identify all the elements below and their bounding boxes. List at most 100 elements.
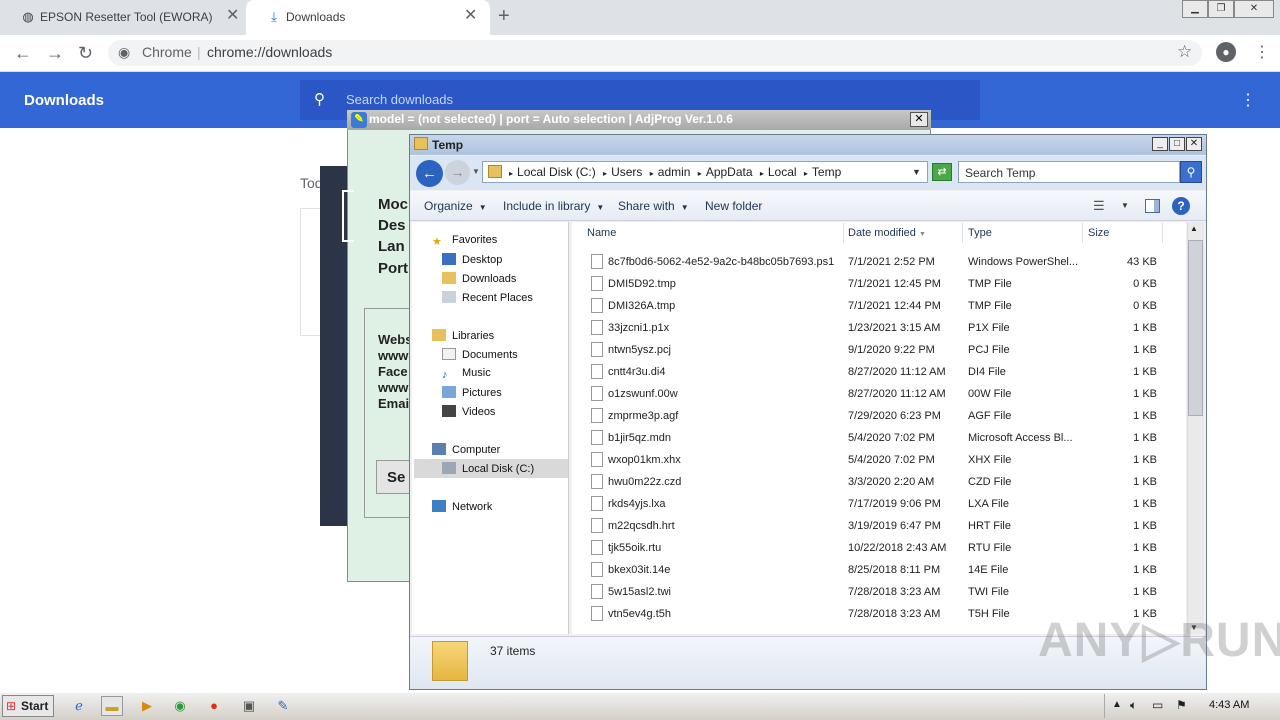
nav-desktop[interactable]: Desktop [442, 253, 502, 266]
minimize-button[interactable]: _ [1152, 137, 1168, 151]
preview-pane-icon[interactable] [1145, 199, 1160, 213]
show-hidden-icons-icon[interactable]: ▲ [1112, 699, 1122, 710]
restore-button[interactable]: ❐ [1208, 0, 1234, 18]
file-date: 8/27/2020 11:12 AM [848, 388, 946, 400]
adjprog-close-button[interactable]: ✕ [910, 112, 928, 127]
scroll-up-icon[interactable]: ▲ [1190, 224, 1198, 233]
nav-computer[interactable]: Computer [432, 443, 500, 456]
tab-epson[interactable]: ◍ EPSON Resetter Tool (EWORA) ✕ [0, 0, 246, 35]
help-icon[interactable]: ? [1172, 197, 1190, 215]
adjprog-icon[interactable]: ✎ [272, 696, 294, 716]
close-icon[interactable]: ✕ [464, 8, 477, 24]
forward-arrow-icon[interactable]: → [46, 43, 64, 64]
breadcrumb-item[interactable]: Local [768, 165, 797, 179]
include-in-library-button[interactable]: Include in library ▼ [503, 199, 604, 213]
star-icon[interactable]: ☆ [1177, 42, 1192, 62]
file-name: tjk55oik.rtu [608, 542, 662, 554]
scroll-thumb[interactable] [1188, 240, 1203, 416]
nav-recent-places[interactable]: Recent Places [442, 291, 533, 304]
nav-local-disk[interactable]: Local Disk (C:) [442, 462, 534, 475]
close-window-button[interactable]: ✕ [1234, 0, 1274, 18]
file-row[interactable]: zmprme3p.agf 7/29/2020 6:23 PM AGF File 1 K… [572, 405, 1186, 427]
chevron-right-icon[interactable]: ▸ [650, 169, 654, 178]
chrome-icon[interactable]: ◉ [169, 696, 191, 716]
search-icon[interactable]: ⚲ [1180, 161, 1202, 183]
file-row[interactable]: hwu0m22z.czd 3/3/2020 2:20 AM CZD File 1 KB [572, 471, 1186, 493]
file-row[interactable]: DMI326A.tmp 7/1/2021 12:44 PM TMP File 0 KB [572, 295, 1186, 317]
clock[interactable]: 4:43 AM [1209, 699, 1249, 711]
chevron-right-icon[interactable]: ▸ [603, 169, 607, 178]
breadcrumb-item[interactable]: admin [658, 165, 691, 179]
volume-icon[interactable]: 🔈︎ [1130, 698, 1137, 713]
close-button[interactable]: ✕ [1186, 137, 1202, 151]
more-icon[interactable]: ⋮ [1240, 90, 1256, 110]
file-row[interactable]: o1zswunf.00w 8/27/2020 11:12 AM 00W File 1 … [572, 383, 1186, 405]
chevron-down-icon[interactable]: ▼ [1121, 201, 1129, 210]
nav-label: Desktop [462, 254, 503, 266]
column-header-type[interactable]: Type [963, 223, 1083, 243]
organize-button[interactable]: Organize ▼ [424, 199, 487, 213]
menu-icon[interactable]: ⋮ [1254, 42, 1270, 62]
adjprog-frame [342, 190, 354, 242]
nav-documents[interactable]: Documents [442, 348, 518, 361]
breadcrumb-item[interactable]: Users [611, 165, 642, 179]
file-row[interactable]: cntt4r3u.di4 8/27/2020 11:12 AM DI4 File 1 … [572, 361, 1186, 383]
flag-icon[interactable]: ⚑ [1176, 698, 1187, 712]
computer-icon [432, 443, 446, 455]
nav-pictures[interactable]: Pictures [442, 386, 502, 399]
file-row[interactable]: b1jir5qz.mdn 5/4/2020 7:02 PM Microsoft Ac… [572, 427, 1186, 449]
search-input[interactable]: Search Temp [958, 161, 1180, 183]
explorer-icon[interactable]: ▬ [101, 696, 123, 716]
chevron-right-icon[interactable]: ▸ [509, 169, 513, 178]
recent-pages-icon[interactable]: ▼ [472, 167, 480, 176]
refresh-icon[interactable]: ⇄ [932, 163, 952, 181]
omnibox-url[interactable]: chrome://downloads [207, 44, 332, 60]
forward-arrow-icon[interactable]: → [445, 160, 470, 185]
file-row[interactable]: tjk55oik.rtu 10/22/2018 2:43 AM RTU File 1 … [572, 537, 1186, 559]
file-type: AGF File [968, 410, 1012, 422]
new-folder-button[interactable]: New folder [705, 199, 762, 213]
file-row[interactable]: 33jzcni1.p1x 1/23/2021 3:15 AM P1X File 1 K… [572, 317, 1186, 339]
column-header-date[interactable]: Date modified ▼ [843, 223, 963, 243]
reload-icon[interactable]: ↻ [78, 43, 93, 64]
file-row[interactable]: m22qcsdh.hrt 3/19/2019 6:47 PM HRT File 1 K… [572, 515, 1186, 537]
view-icon[interactable]: ☰ [1093, 198, 1105, 214]
minimize-button[interactable]: ▁ [1182, 0, 1208, 18]
nav-downloads[interactable]: Downloads [442, 272, 516, 285]
file-row[interactable]: 8c7fb0d6-5062-4e52-9a2c-b48bc05b7693.ps1… [572, 251, 1186, 273]
profile-icon[interactable]: ● [1216, 42, 1236, 62]
opera-icon[interactable]: ● [203, 696, 225, 716]
share-with-button[interactable]: Share with ▼ [618, 199, 689, 213]
column-header-size[interactable]: Size [1083, 223, 1163, 243]
nav-network[interactable]: Network [432, 500, 492, 513]
back-arrow-icon[interactable]: ← [416, 160, 443, 187]
nav-videos[interactable]: Videos [442, 405, 495, 418]
chevron-right-icon[interactable]: ▸ [760, 169, 764, 178]
nav-libraries[interactable]: Libraries [432, 329, 494, 342]
back-arrow-icon[interactable]: ← [14, 43, 32, 64]
nav-favorites[interactable]: ★ Favorites [432, 234, 497, 248]
file-row[interactable]: bkex03it.14e 8/25/2018 8:11 PM 14E File 1 K… [572, 559, 1186, 581]
breadcrumb-item[interactable]: AppData [706, 165, 753, 179]
close-icon[interactable]: ✕ [226, 8, 239, 24]
app-icon[interactable]: ▣ [238, 696, 260, 716]
breadcrumb-item[interactable]: Temp [812, 165, 841, 179]
chevron-down-icon[interactable]: ▼ [912, 167, 921, 177]
file-date: 10/22/2018 2:43 AM [848, 542, 947, 554]
media-player-icon[interactable]: ▶ [136, 696, 158, 716]
nav-music[interactable]: ♪ Music [442, 367, 491, 381]
breadcrumb-item[interactable]: Local Disk (C:) [517, 165, 596, 179]
file-row[interactable]: DMI5D92.tmp 7/1/2021 12:45 PM TMP File 0 KB [572, 273, 1186, 295]
column-header-name[interactable]: Name [582, 223, 844, 243]
new-tab-button[interactable]: + [498, 5, 510, 28]
file-row[interactable]: 5w15asl2.twi 7/28/2018 3:23 AM TWI File 1 K… [572, 581, 1186, 603]
chevron-right-icon[interactable]: ▸ [698, 169, 702, 178]
file-row[interactable]: wxop01km.xhx 5/4/2020 7:02 PM XHX File 1 KB [572, 449, 1186, 471]
file-row[interactable]: rkds4yjs.lxa 7/17/2019 9:06 PM LXA File 1 K… [572, 493, 1186, 515]
chevron-right-icon[interactable]: ▸ [804, 169, 808, 178]
file-row[interactable]: ntwn5ysz.pcj 9/1/2020 9:22 PM PCJ File 1 KB [572, 339, 1186, 361]
network-icon[interactable]: ▭ [1152, 698, 1163, 712]
maximize-button[interactable]: □ [1169, 137, 1185, 151]
ie-icon[interactable]: ℯ [68, 696, 90, 716]
tab-downloads[interactable]: ⤓ Downloads ✕ [246, 0, 490, 35]
